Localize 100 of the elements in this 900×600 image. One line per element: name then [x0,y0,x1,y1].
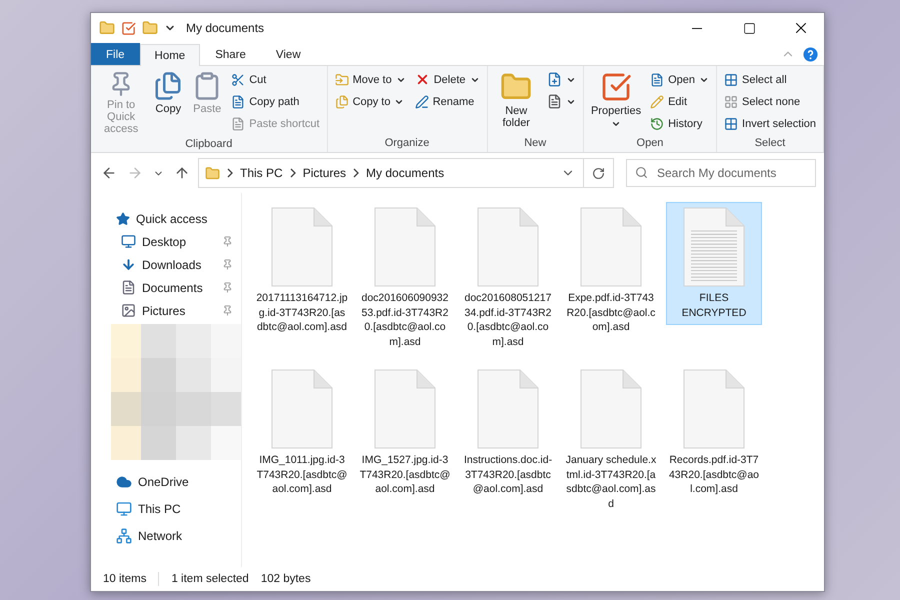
monitor-icon [121,234,136,249]
chevron-icon [226,168,234,178]
ribbon-tab[interactable]: Home [140,44,200,66]
star-icon [116,212,130,226]
ribbon-button[interactable]: New folder [492,69,541,131]
rename-icon [414,94,429,108]
ribbon-button[interactable]: Copy to [332,91,409,112]
file-item[interactable]: IMG_1011.jpg.id-3T743R20.[asdbtc@aol.com].asd [254,364,350,502]
caret-icon [611,119,622,129]
group-label: Organize [384,136,430,151]
image-icon [121,303,136,318]
checklist-icon [121,20,136,36]
cloud-icon [116,474,132,490]
ribbon-button[interactable]: Open [647,69,712,90]
file-item[interactable]: doc20160609093253.pdf.id-3T743R20.[asdbtc@aol.com].asd [357,202,453,354]
blank-file-icon [271,207,333,287]
blank-file-icon [683,369,745,449]
ribbon-button[interactable]: Copy [150,69,186,117]
ribbon-button[interactable]: History [647,113,712,134]
down-arrow-icon [121,257,136,272]
sidebar-label: Pictures [142,304,186,318]
file-name: doc20160609093253.pdf.id-3T743R20.[asdbtc@aol.com].asd [360,291,450,349]
folder-copy-icon [334,94,349,108]
blank-file-icon [374,369,436,449]
ribbon-button[interactable]: Copy path [228,91,323,112]
sidebar-label: Quick access [136,212,208,226]
ribbon-button[interactable]: Edit [647,91,712,112]
selection-size: 102 bytes [260,573,311,585]
breadcrumb[interactable]: My documents [366,166,444,180]
file-name: Expe.pdf.id-3T743R20.[asdbtc@aol.com].asd [566,291,656,334]
left-arrow-icon [101,165,117,181]
file-item[interactable]: 20171113164712.jpg.id-3T743R20.[asdbtc@aol.com].asd [254,202,350,340]
blank-file-icon [580,369,642,449]
blank-file-icon [271,369,333,449]
file-item[interactable]: January schedule.xtml.id-3T743R20.[asdbtc@aol.com].asd [563,364,659,516]
pin-icon [222,305,233,316]
group-label: Open [636,136,664,151]
ribbon-tab[interactable]: View [260,43,316,65]
folder-icon [142,20,158,36]
file-item[interactable]: Expe.pdf.id-3T743R20.[asdbtc@aol.com].asd [563,202,659,340]
ribbon-button[interactable]: Select none [721,91,819,112]
maximize-icon [742,22,756,34]
sidebar-item[interactable]: Downloads [91,253,241,276]
file-item[interactable]: Records.pdf.id-3T743R20.[asdbtc@aol.com].asd [666,364,762,502]
grid-icon [724,94,738,108]
grid-icon [724,72,738,86]
ribbon-button[interactable]: Rename [412,91,482,112]
notepad-icon [650,72,664,86]
sidebar-item[interactable]: Pictures [91,299,241,322]
breadcrumb[interactable]: This PC [240,166,283,180]
file-item[interactable]: doc20160805121734.pdf.id-3T743R20.[asdbtc@aol.com].asd [460,202,556,354]
ribbon-button[interactable]: Invert selection [721,113,819,134]
sidebar-item[interactable]: Network [91,524,241,547]
ribbon-button[interactable]: Delete [412,69,482,90]
file-name: 20171113164712.jpg.id-3T743R20.[asdbtc@aol.com].asd [256,291,348,334]
search-icon [635,166,648,179]
search-field[interactable]: Search My documents [626,159,816,187]
ribbon-tab[interactable]: Share [200,43,261,65]
chevron-icon [288,168,297,178]
shortcut-icon [231,116,246,130]
history-icon [650,116,664,130]
group-label: Clipboard [184,137,234,152]
file-name: IMG_1011.jpg.id-3T743R20.[asdbtc@aol.com].asd [256,453,348,496]
sidebar-item[interactable]: Desktop [91,230,241,253]
address-field[interactable]: This PC Pictures My documents [198,158,614,188]
file-item[interactable]: Instructions.doc.id-3T743R20.[asdbtc@aol.com].asd [460,364,556,502]
item-count: 10 items [103,573,146,585]
sidebar-label: Downloads [142,258,202,272]
file-name: FILES ENCRYPTED [680,291,748,320]
ribbon-button[interactable]: Cut [228,69,323,90]
document-icon [121,280,136,295]
sidebar-item[interactable]: This PC [91,497,241,520]
ribbon-button[interactable]: Properties [588,69,644,131]
sidebar-item[interactable]: Quick access [91,207,241,230]
sidebar-label: OneDrive [138,474,190,488]
sidebar-label: This PC [138,502,182,516]
document-icon [546,94,562,109]
checklist-icon [600,71,632,103]
folder-arrow-icon [334,72,349,86]
ribbon-button[interactable]: Move to [332,69,409,90]
blank-file-icon [374,207,436,287]
monitor-icon [116,500,132,516]
file-name: IMG_1527.jpg.id-3T743R20.[asdbtc@aol.com].asd [359,453,451,496]
group-label: Select [754,136,786,151]
file-item[interactable]: IMG_1527.jpg.id-3T743R20.[asdbtc@aol.com].asd [357,364,453,502]
right-arrow-icon [127,165,143,181]
file-item[interactable]: FILES ENCRYPTED [666,202,762,325]
scissors-icon [231,72,246,86]
pin-icon [222,259,233,270]
breadcrumb[interactable]: Pictures [302,166,346,180]
help-icon[interactable] [803,46,818,62]
pin-icon [222,236,233,247]
sidebar-item[interactable]: OneDrive [91,470,241,493]
ribbon-tab[interactable]: File [91,43,140,65]
sidebar-item[interactable]: Documents [91,276,241,299]
copy-icon [153,71,184,101]
text-document-icon [683,207,745,287]
blank-file-icon [477,369,539,449]
blank-file-icon [477,207,539,287]
ribbon-button[interactable]: Select all [721,69,819,90]
